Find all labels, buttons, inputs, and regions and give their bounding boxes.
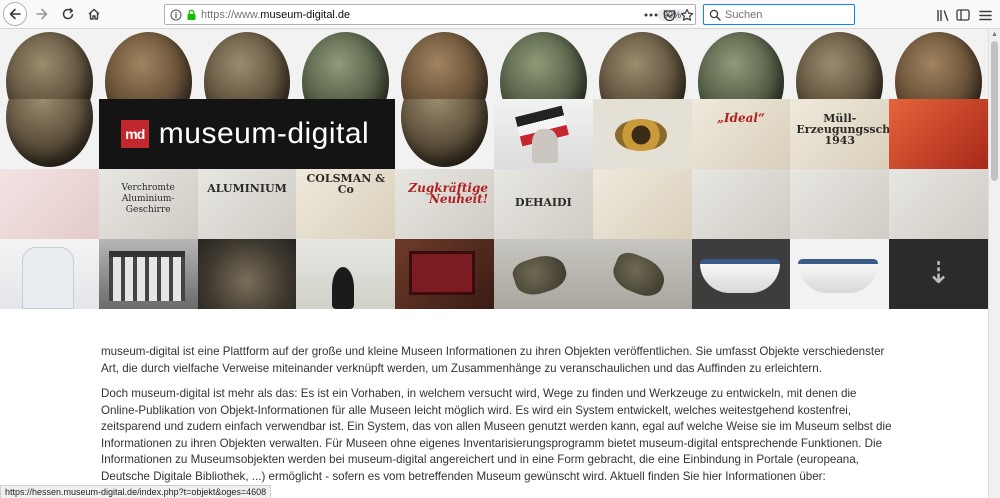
object-tile-document[interactable] [0, 169, 99, 239]
search-input[interactable] [725, 8, 845, 21]
url-scheme: https://www. [201, 8, 261, 21]
object-tile-coin[interactable] [197, 29, 297, 99]
garment-image [22, 247, 74, 309]
object-tile-document[interactable]: „Ideal“ [691, 99, 791, 169]
intro-paragraph: museum-digital ist eine Plattform auf de… [101, 345, 885, 375]
object-tile-bowl[interactable] [691, 239, 791, 309]
scrollbar-thumb[interactable] [991, 41, 998, 181]
coin-image [104, 32, 192, 99]
stone-image [509, 249, 571, 301]
coin-image [697, 32, 785, 99]
url-host: museum-digital.de [260, 8, 351, 21]
object-tile-drawing[interactable] [691, 169, 791, 239]
reload-icon[interactable] [57, 3, 79, 25]
stone-image [607, 248, 670, 302]
object-tile-coin[interactable] [691, 29, 791, 99]
object-tile-document[interactable]: Müll-Erzeugungsschlacht 1943 [790, 99, 890, 169]
info-icon[interactable] [170, 8, 182, 21]
browser-toolbar: https://www.museum-digital.de 90% [0, 0, 1000, 29]
object-tile-grid: md museum-digital „Ideal“ Müll-Erzeugung… [0, 29, 988, 309]
object-tile-coin[interactable] [395, 99, 494, 169]
link-status-bar: https://hessen.museum-digital.de/index.p… [0, 485, 272, 498]
document-title: Verchromte Aluminium-Geschirre [121, 183, 175, 215]
object-tile-bowl[interactable] [790, 239, 890, 309]
object-tile-coin[interactable] [494, 29, 593, 99]
page-scrollbar[interactable]: ▲ [988, 29, 1000, 498]
object-tile-coin[interactable] [889, 29, 988, 99]
object-tile-box[interactable] [395, 239, 494, 309]
object-tile-document[interactable]: Verchromte Aluminium-Geschirre [98, 169, 198, 239]
document-title: ALUMINIUM [207, 182, 287, 195]
object-tile-postcard[interactable] [494, 99, 593, 169]
object-tile-coin[interactable] [592, 29, 692, 99]
coin-image [401, 32, 488, 99]
menu-icon[interactable] [974, 4, 996, 26]
home-icon[interactable] [83, 3, 105, 25]
object-tile-coin[interactable] [0, 29, 99, 99]
site-logo[interactable]: md museum-digital [98, 99, 396, 169]
object-tile-stone[interactable] [592, 239, 692, 309]
box-image [409, 251, 476, 295]
object-tile-coin[interactable] [395, 29, 494, 99]
bust-image [332, 267, 355, 309]
object-tile-photo[interactable] [197, 239, 297, 309]
sidebar-icon[interactable] [952, 4, 974, 26]
coin-image [302, 32, 390, 99]
object-tile-garment[interactable] [0, 239, 99, 309]
document-title: Zugkräftige Neuheit! [408, 181, 488, 206]
coin-image [500, 32, 587, 99]
object-tile-document[interactable]: DEHAIDI [494, 169, 593, 239]
back-arrow-icon[interactable] [3, 2, 27, 26]
coin-image [401, 99, 488, 167]
intro-text: museum-digital ist eine Plattform auf de… [101, 344, 893, 494]
url-text[interactable]: https://www.museum-digital.de [201, 9, 657, 21]
object-tile-drawing[interactable] [790, 169, 890, 239]
url-bar[interactable]: https://www.museum-digital.de 90% [164, 4, 696, 25]
coin-image [6, 99, 93, 167]
coin-image [6, 32, 93, 99]
object-tile-coin[interactable] [0, 99, 99, 169]
object-tile-bust[interactable] [296, 239, 396, 309]
bowl-image [798, 259, 879, 293]
coin-image [203, 32, 291, 99]
object-tile-document[interactable]: Zugkräftige Neuheit! [395, 169, 494, 239]
figure-image [532, 129, 558, 163]
intro-paragraph: Doch museum-digital ist mehr als das: Es… [101, 387, 892, 483]
lock-icon [186, 9, 197, 21]
logo-text: museum-digital [158, 117, 370, 150]
forward-arrow-icon[interactable] [31, 3, 53, 25]
search-box[interactable] [703, 4, 855, 25]
scroll-up-icon[interactable]: ▲ [991, 31, 998, 38]
document-title: COLSMAN & Co [306, 172, 386, 196]
coin-image [598, 32, 686, 99]
object-tile-coin[interactable] [296, 29, 396, 99]
object-tile-coin[interactable] [98, 29, 198, 99]
object-tile-document[interactable] [592, 169, 692, 239]
building-image [108, 251, 185, 301]
bookmark-star-icon[interactable] [676, 4, 698, 26]
object-tile-drawing[interactable] [889, 169, 988, 239]
object-tile-coin[interactable] [790, 29, 890, 99]
coin-image [895, 32, 982, 99]
object-tile-poster[interactable] [889, 99, 988, 169]
bowl-image [699, 259, 780, 293]
library-icon[interactable] [932, 4, 954, 26]
more-objects-button[interactable]: ⇣ [889, 239, 988, 309]
object-tile-gem[interactable] [592, 99, 692, 169]
document-title: DEHAIDI [515, 196, 572, 209]
coin-image [796, 32, 884, 99]
gem-image [614, 119, 667, 151]
document-title: Müll-Erzeugungsschlacht 1943 [796, 112, 890, 147]
object-tile-photo[interactable] [98, 239, 198, 309]
search-icon [709, 9, 721, 21]
logo-mark: md [120, 120, 149, 148]
object-tile-document[interactable]: ALUMINIUM [197, 169, 297, 239]
object-tile-document[interactable]: COLSMAN & Co [296, 169, 396, 239]
arrow-down-icon: ⇣ [926, 257, 952, 290]
document-title: „Ideal“ [717, 111, 765, 125]
object-tile-stone[interactable] [494, 239, 593, 309]
